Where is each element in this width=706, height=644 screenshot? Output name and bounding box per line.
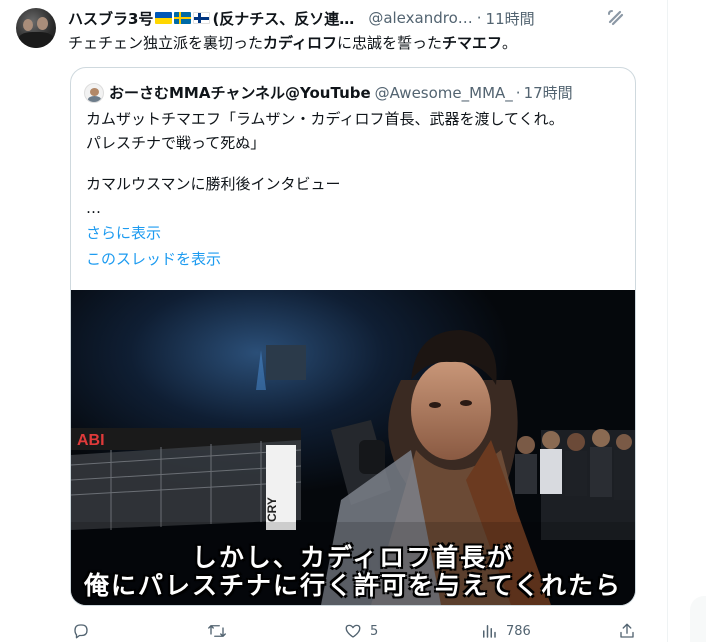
tweet-text-part-bold: カディロフ <box>263 34 337 52</box>
separator-dot: · <box>515 83 521 102</box>
column-divider <box>667 0 668 642</box>
reply-icon <box>74 624 88 639</box>
arena-screen <box>266 345 306 380</box>
reply-button[interactable] <box>72 622 98 640</box>
tweet-text-part: チェチェン独立派を裏切った <box>68 34 264 52</box>
tweet-text: チェチェン独立派を裏切ったカディロフに忠誠を誓ったチマエフ。 <box>68 32 517 54</box>
share-icon <box>620 623 634 638</box>
ukraine-flag-icon <box>155 12 173 24</box>
quoted-tweet-text: カムザットチマエフ「ラムザン・カディロフ首長、武器を渡してくれ。 パレスチナで戦… <box>86 107 626 272</box>
repost-button[interactable] <box>207 622 235 640</box>
separator-dot: · <box>476 9 482 27</box>
banner-text: ABI <box>77 432 105 449</box>
like-count: 5 <box>370 623 379 639</box>
like-button[interactable]: 5 <box>344 622 378 640</box>
quoted-author-avatar <box>84 82 104 103</box>
quoted-post-time: 17時間 <box>523 84 573 102</box>
repost-icon <box>208 625 226 637</box>
tweet-header: ハスブラ3号 (反ナチス、反ソ連… @alexandro… · 11時間 <box>68 8 648 28</box>
quoted-author-handle: @Awesome_MMA_ <box>374 83 513 102</box>
tweet-text-part-bold: チマエフ <box>441 34 502 52</box>
share-button[interactable] <box>618 622 636 640</box>
video-player[interactable]: ABI CRY しかし、カディロフ首長が 俺にパレスチナに行く許可を与えてくれた… <box>71 290 635 605</box>
views-button[interactable]: 786 <box>480 622 531 640</box>
quoted-author-display-name: おーさむMMAチャンネル@YouTube <box>109 84 371 102</box>
post-time[interactable]: 11時間 <box>486 8 535 29</box>
author-handle[interactable]: @alexandro… <box>368 9 472 27</box>
views-icon <box>483 625 496 638</box>
quoted-text-line: カムザットチマエフ「ラムザン・カディロフ首長、武器を渡してくれ。 <box>86 110 564 128</box>
show-thread-link[interactable]: このスレッドを表示 <box>86 246 626 272</box>
quoted-tweet[interactable]: おーさむMMAチャンネル@YouTube @Awesome_MMA_ · 17時… <box>70 67 636 606</box>
author-name-suffix[interactable]: (反ナチス、反ソ連… <box>212 8 354 29</box>
quoted-text-line: カマルウスマンに勝利後インタビュー <box>86 175 341 193</box>
fighter-face <box>411 360 491 460</box>
show-more-link[interactable]: さらに表示 <box>86 220 626 246</box>
tweet-text-part: 。 <box>502 34 518 52</box>
quoted-tweet-header: おーさむMMAチャンネル@YouTube @Awesome_MMA_ · 17時… <box>84 82 573 103</box>
view-count: 786 <box>506 623 531 639</box>
tweet[interactable]: ハスブラ3号 (反ナチス、反ソ連… @alexandro… · 11時間 チェチ… <box>0 0 667 642</box>
author-display-name[interactable]: ハスブラ3号 <box>68 8 153 29</box>
like-icon <box>345 624 361 638</box>
corner-text: CRY <box>265 497 279 522</box>
sidebar-card-edge <box>690 596 706 642</box>
finland-flag-icon <box>193 12 211 24</box>
microphone <box>359 440 385 474</box>
tweet-text-part: に忠誠を誓った <box>336 34 442 52</box>
subtitle-line-2: 俺にパレスチナに行く許可を与えてくれたら <box>83 571 622 600</box>
sweden-flag-icon <box>174 12 192 24</box>
quoted-text-line: パレスチナで戦って死ぬ」 <box>86 134 266 152</box>
author-avatar[interactable] <box>16 8 56 48</box>
quoted-text-line: … <box>86 199 101 217</box>
grok-icon[interactable] <box>606 8 626 28</box>
tweet-actions: 5 786 <box>68 622 648 644</box>
